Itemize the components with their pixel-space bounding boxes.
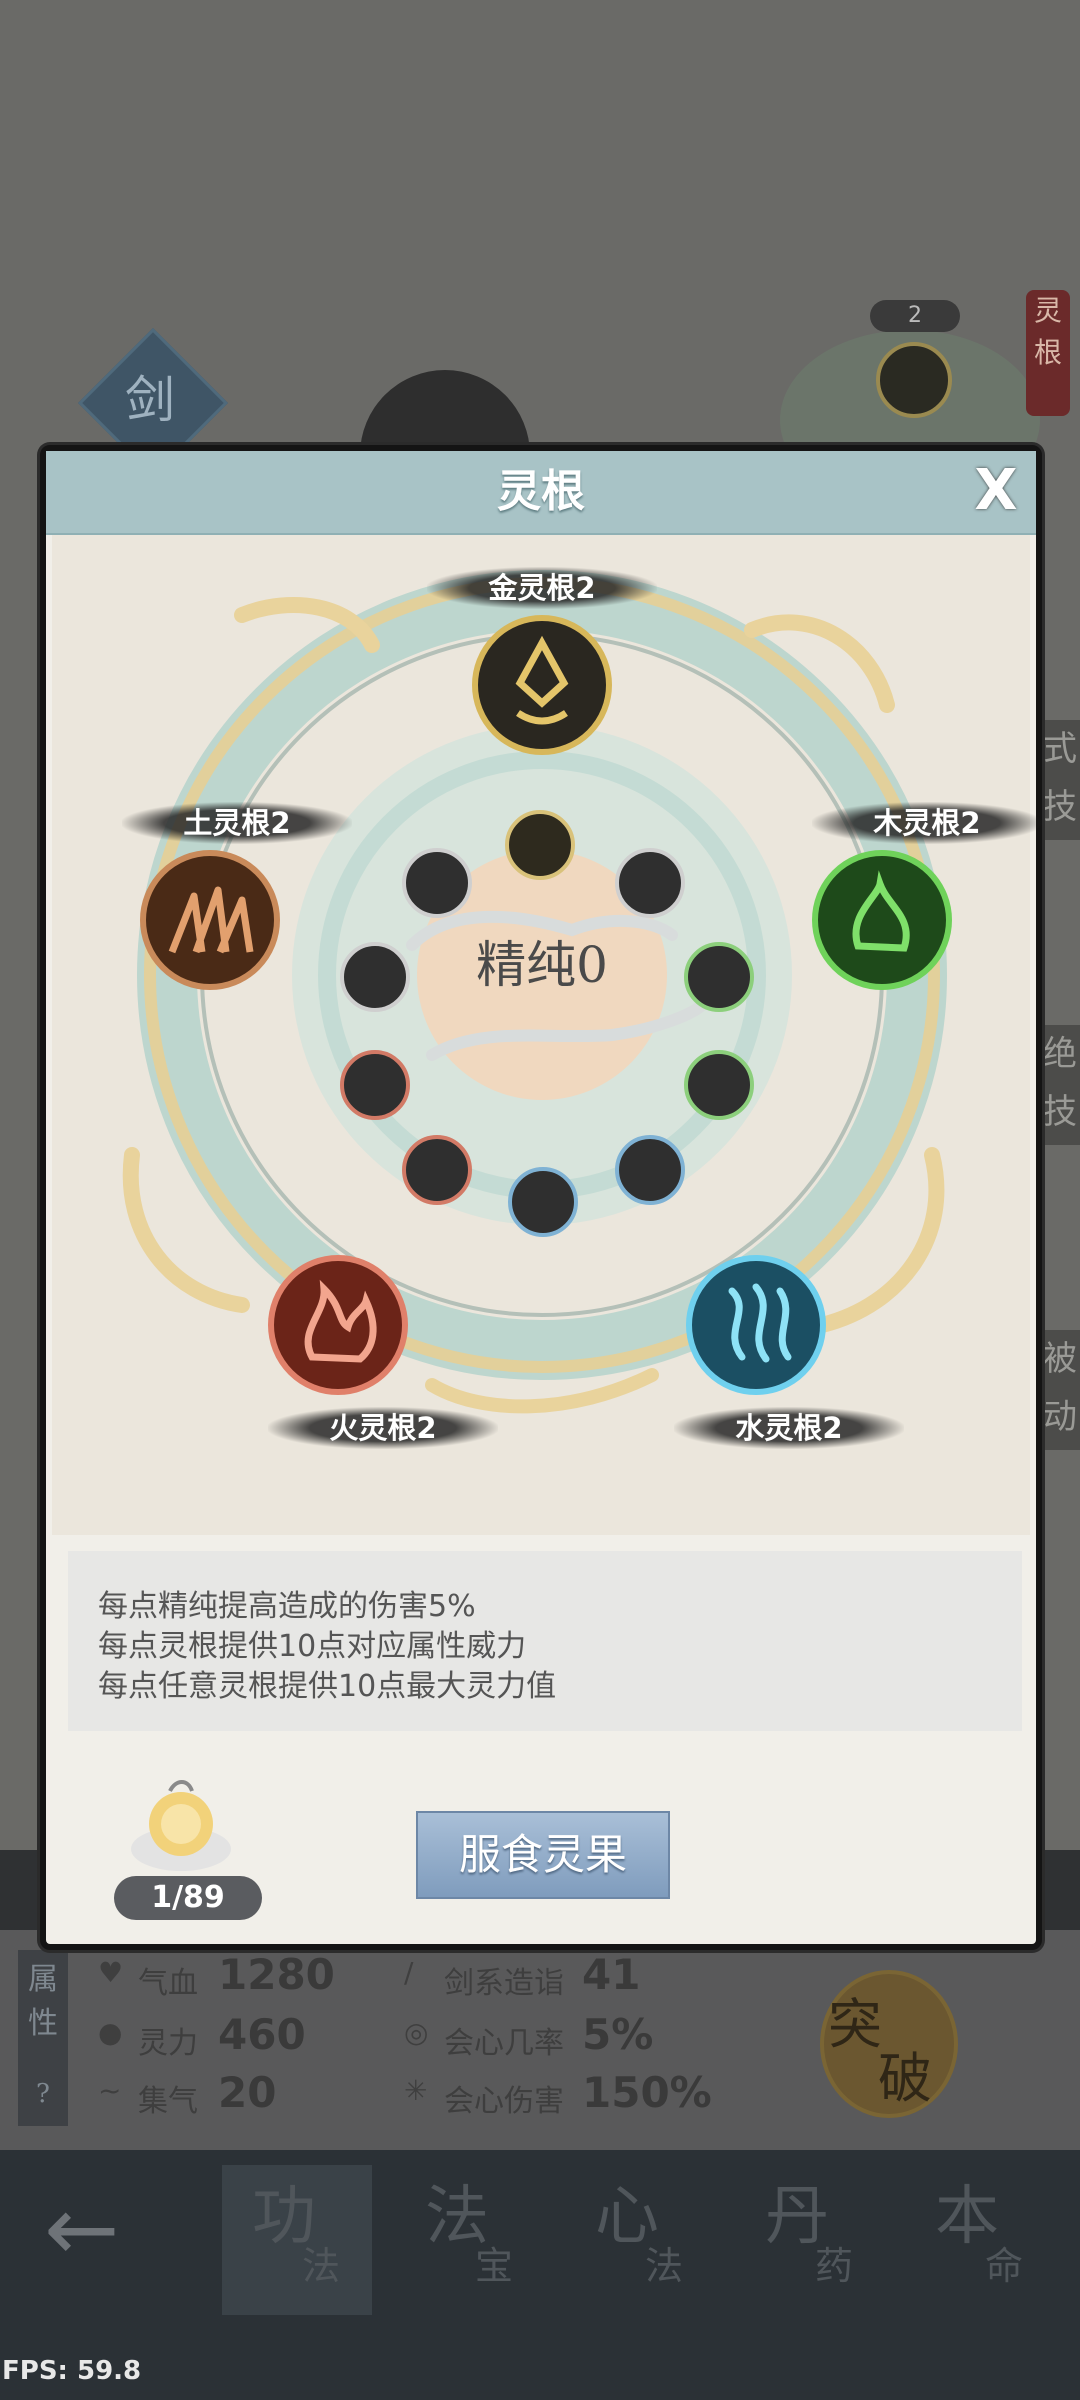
spirit-root-dialog: 灵根 X 精纯0 金灵根2 木灵根2 水灵根2 火灵根2 土灵根2 每点精纯提高…: [40, 445, 1042, 1950]
breakthrough-char-1: 突: [828, 1993, 882, 2056]
description-line: 每点精纯提高造成的伤害5%: [98, 1589, 476, 1624]
slot-fire-2[interactable]: [402, 1135, 472, 1205]
slot-earth-2[interactable]: [340, 942, 410, 1012]
stat-sword-mastery: / 剑系造诣 41: [404, 1950, 734, 2001]
breakthrough-button[interactable]: 突 破: [820, 1970, 958, 2118]
crit-damage-icon: ✳: [404, 2074, 428, 2107]
slot-wood-2[interactable]: [684, 1050, 754, 1120]
nav-tab-small: 命: [985, 2244, 1024, 2288]
drop-icon: ●: [98, 2016, 123, 2049]
spirit-fruit-icon: [126, 1769, 236, 1879]
side-tab-3[interactable]: 被动: [1040, 1330, 1080, 1450]
description-box: 每点精纯提高造成的伤害5% 每点灵根提供10点对应属性威力 每点任意灵根提供10…: [68, 1551, 1022, 1731]
nav-tab-danyao[interactable]: 丹 药: [735, 2165, 885, 2315]
sword-badge-label: 剑: [125, 371, 175, 429]
mini-metal-root-icon: [876, 342, 952, 418]
nav-tab-benming[interactable]: 本 命: [905, 2165, 1055, 2315]
slot-metal-2[interactable]: [615, 848, 685, 918]
stat-label: 剑系造诣: [444, 1966, 564, 2001]
attributes-tab-label: 属性: [28, 1962, 58, 2041]
stat-hp: ♥ 气血 1280: [98, 1950, 398, 2001]
back-arrow-icon[interactable]: ←: [44, 2185, 144, 2275]
stat-gather: ~ 集气 20: [98, 2068, 398, 2119]
description-line: 每点任意灵根提供10点最大灵力值: [98, 1669, 557, 1704]
spirit-root-side-tag[interactable]: 灵根: [1026, 290, 1070, 416]
stat-label: 会心伤害: [444, 2084, 564, 2119]
fire-root-label: 火灵根2: [268, 1407, 498, 1449]
stat-label: 集气: [138, 2084, 198, 2119]
earth-root-label: 土灵根2: [122, 802, 352, 844]
stat-value: 1280: [218, 1950, 335, 1999]
earth-root-glyph: [168, 886, 254, 954]
slot-earth-1[interactable]: [402, 848, 472, 918]
slot-wood-1[interactable]: [684, 942, 754, 1012]
description-line: 每点灵根提供10点对应属性威力: [98, 1629, 527, 1664]
water-root-label: 水灵根2: [674, 1407, 904, 1449]
wood-spirit-root-icon[interactable]: [812, 850, 952, 990]
stat-crit-rate: ◎ 会心几率 5%: [404, 2010, 734, 2061]
metal-root-glyph: [515, 635, 569, 725]
stat-value: 460: [218, 2010, 306, 2059]
metal-root-label: 金灵根2: [427, 567, 657, 609]
water-spirit-root-icon[interactable]: [686, 1255, 826, 1395]
stat-value: 5%: [582, 2010, 654, 2059]
stat-crit-damage: ✳ 会心伤害 150%: [404, 2068, 734, 2119]
crit-rate-icon: ◎: [404, 2016, 429, 2049]
dialog-title: 灵根: [497, 466, 585, 517]
eat-spirit-fruit-button[interactable]: 服食灵果: [416, 1811, 670, 1899]
stat-mana: ● 灵力 460: [98, 2010, 398, 2061]
stat-value: 20: [218, 2068, 277, 2117]
nav-tab-gongfa[interactable]: 功 法: [222, 2165, 372, 2315]
slot-water-1[interactable]: [615, 1135, 685, 1205]
mini-root-count: 2: [870, 300, 960, 332]
heart-icon: ♥: [98, 1956, 124, 1989]
stat-label: 会心几率: [444, 2026, 564, 2061]
slot-water-2[interactable]: [508, 1167, 578, 1237]
stat-label: 灵力: [138, 2026, 198, 2061]
spirit-root-panel: 精纯0 金灵根2 木灵根2 水灵根2 火灵根2 土灵根2: [52, 535, 1042, 1606]
nav-tab-small: 宝: [475, 2244, 514, 2288]
nav-tab-xinfa[interactable]: 心 法: [565, 2165, 715, 2315]
swirl-icon: ~: [98, 2074, 122, 2107]
spirit-fruit-art: [131, 1780, 231, 1871]
breakthrough-char-2: 破: [878, 2047, 932, 2110]
stat-label: 气血: [138, 1966, 198, 2001]
spirit-fruit-count: 1/89: [114, 1876, 262, 1920]
wood-root-label: 木灵根2: [812, 802, 1042, 844]
earth-spirit-root-icon[interactable]: [140, 850, 280, 990]
side-tab-1[interactable]: 式技: [1040, 720, 1080, 840]
help-icon[interactable]: ?: [18, 2072, 68, 2116]
side-tab-2[interactable]: 绝技: [1040, 1025, 1080, 1145]
wood-root-glyph: [852, 870, 910, 952]
slot-fire-1[interactable]: [340, 1050, 410, 1120]
fps-counter: FPS: 59.8: [2, 2356, 142, 2386]
stat-value: 150%: [582, 2068, 712, 2117]
fire-root-glyph: [304, 1279, 377, 1363]
water-root-glyph: [728, 1283, 792, 1363]
attributes-tab[interactable]: 属性 ?: [18, 1950, 68, 2126]
close-button[interactable]: X: [968, 461, 1024, 521]
sword-icon: /: [404, 1956, 414, 1989]
slot-metal-1[interactable]: [505, 810, 575, 880]
metal-spirit-root-icon[interactable]: [472, 615, 612, 755]
fire-spirit-root-icon[interactable]: [268, 1255, 408, 1395]
nav-tab-small: 法: [302, 2244, 341, 2288]
nav-tab-small: 法: [645, 2244, 684, 2288]
nav-tab-small: 药: [815, 2244, 854, 2288]
stat-value: 41: [582, 1950, 641, 1999]
nav-tab-fabao[interactable]: 法 宝: [395, 2165, 545, 2315]
